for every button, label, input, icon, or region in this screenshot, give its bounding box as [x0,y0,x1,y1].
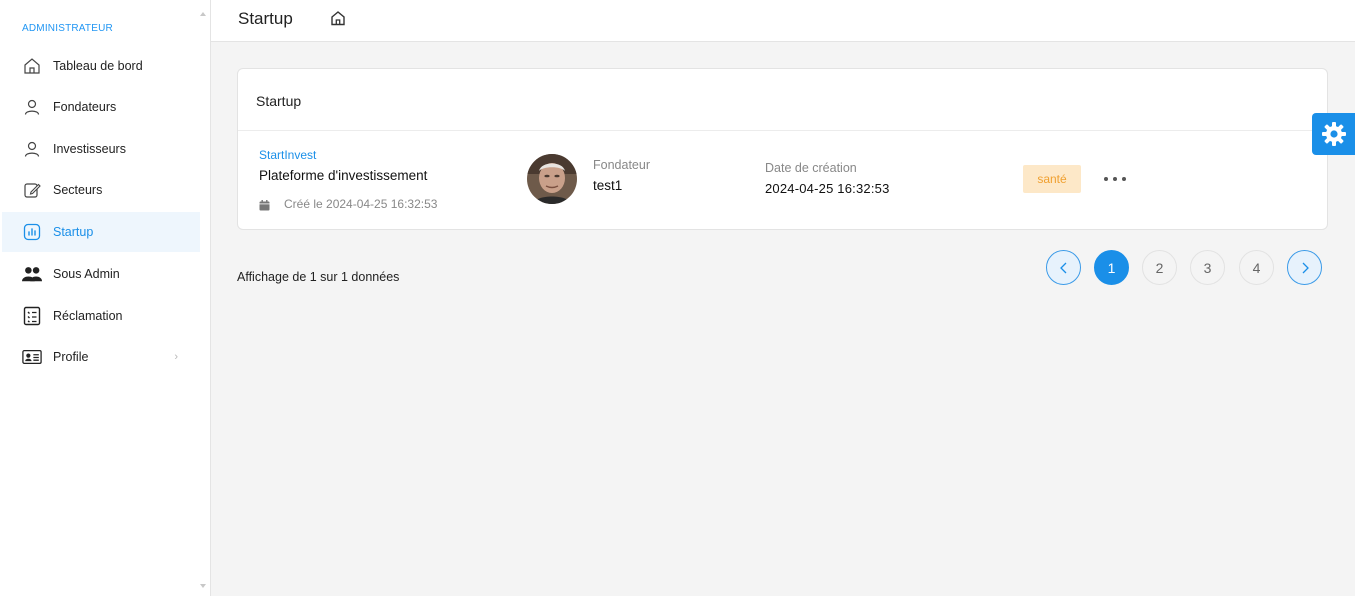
calendar-icon [259,198,270,211]
page-button-1[interactable]: 1 [1094,250,1129,285]
page-button-2[interactable]: 2 [1142,250,1177,285]
startup-card: Startup StartInvest Plateforme d'investi… [237,68,1328,230]
creation-date-label: Date de création [765,161,857,175]
card-divider [238,130,1327,131]
startup-link[interactable]: StartInvest [259,148,316,162]
chevron-right-icon: › [174,351,178,363]
sidebar-item-profile[interactable]: Profile › [2,337,200,377]
chart-icon [22,222,42,242]
startup-name: Plateforme d'investissement [259,168,428,183]
sidebar-item-label: Réclamation [53,309,123,323]
pagination-info: Affichage de 1 sur 1 données [237,270,400,284]
more-options-icon[interactable] [1104,169,1126,189]
user-icon [22,97,42,117]
founder-avatar [527,154,577,204]
user-icon [22,139,42,159]
founder-label: Fondateur [593,158,650,172]
sidebar-item-fondateurs[interactable]: Fondateurs [2,87,200,127]
founder-name: test1 [593,178,623,193]
page-button-3[interactable]: 3 [1190,250,1225,285]
scroll-up-arrow[interactable] [200,12,206,16]
card-title: Startup [256,93,302,109]
page-button-4[interactable]: 4 [1239,250,1274,285]
prev-page-button[interactable] [1046,250,1081,285]
sidebar-section-label: ADMINISTRATEUR [22,23,113,34]
sidebar-item-tableau-de-bord[interactable]: Tableau de bord [2,46,200,86]
created-date: Créé le 2024-04-25 16:32:53 [284,197,438,211]
sidebar-item-reclamation[interactable]: Réclamation [2,296,200,336]
scroll-down-arrow[interactable] [200,584,206,588]
creation-date-value: 2024-04-25 16:32:53 [765,181,890,196]
home-icon[interactable] [330,10,346,26]
sidebar: ADMINISTRATEUR Tableau de bord Fondateur… [0,0,211,596]
sidebar-item-label: Fondateurs [53,100,117,114]
sidebar-item-label: Secteurs [53,183,103,197]
sidebar-item-label: Profile [53,350,89,364]
sidebar-item-secteurs[interactable]: Secteurs [2,170,200,210]
top-bar: Startup [211,0,1355,42]
sidebar-item-startup[interactable]: Startup [2,212,200,252]
page-title: Startup [238,9,293,28]
sector-badge: santé [1023,165,1081,193]
id-card-icon [22,347,42,367]
next-page-button[interactable] [1287,250,1322,285]
settings-gear-icon[interactable] [1312,113,1355,155]
checklist-icon [22,306,42,326]
sidebar-item-label: Sous Admin [53,267,120,281]
users-icon [22,264,42,284]
home-icon [22,56,42,76]
sidebar-item-sous-admin[interactable]: Sous Admin [2,254,200,294]
sidebar-item-label: Investisseurs [53,142,126,156]
sidebar-item-investisseurs[interactable]: Investisseurs [2,129,200,169]
sidebar-item-label: Tableau de bord [53,59,143,73]
sidebar-item-label: Startup [53,225,94,239]
edit-icon [22,180,42,200]
